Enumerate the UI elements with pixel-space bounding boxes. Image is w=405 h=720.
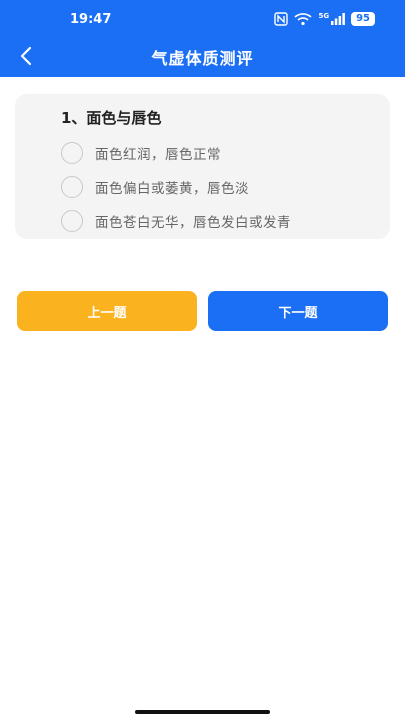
status-time: 19:47 xyxy=(70,12,112,27)
radio-button[interactable] xyxy=(61,210,83,232)
option-3[interactable]: 面色苍白无华，唇色发白或发青 xyxy=(61,209,291,233)
radio-button[interactable] xyxy=(61,176,83,198)
top-bar: 19:47 5G 95 气虚体质测评 xyxy=(0,0,405,77)
previous-question-button[interactable]: 上一题 xyxy=(17,291,197,331)
home-indicator-bar[interactable] xyxy=(135,710,270,714)
question-card: 1、面色与唇色 面色红润，唇色正常 面色偏白或萎黄，唇色淡 面色苍白无华，唇色发… xyxy=(15,94,390,239)
status-icons: 5G 95 xyxy=(274,12,375,26)
option-label: 面色偏白或萎黄，唇色淡 xyxy=(95,181,249,197)
next-question-button[interactable]: 下一题 xyxy=(208,291,388,331)
question-title: 1、面色与唇色 xyxy=(61,109,162,127)
wifi-icon xyxy=(294,13,312,26)
home-indicator-area xyxy=(0,704,405,720)
nfc-icon xyxy=(274,12,289,26)
option-label: 面色红润，唇色正常 xyxy=(95,147,221,163)
radio-button[interactable] xyxy=(61,142,83,164)
option-2[interactable]: 面色偏白或萎黄，唇色淡 xyxy=(61,175,249,199)
signal-icon xyxy=(331,13,345,25)
battery-indicator: 95 xyxy=(351,12,375,26)
network-type-label: 5G xyxy=(318,12,330,20)
option-label: 面色苍白无华，唇色发白或发青 xyxy=(95,215,291,231)
page-title: 气虚体质测评 xyxy=(151,49,254,68)
option-1[interactable]: 面色红润，唇色正常 xyxy=(61,141,221,165)
